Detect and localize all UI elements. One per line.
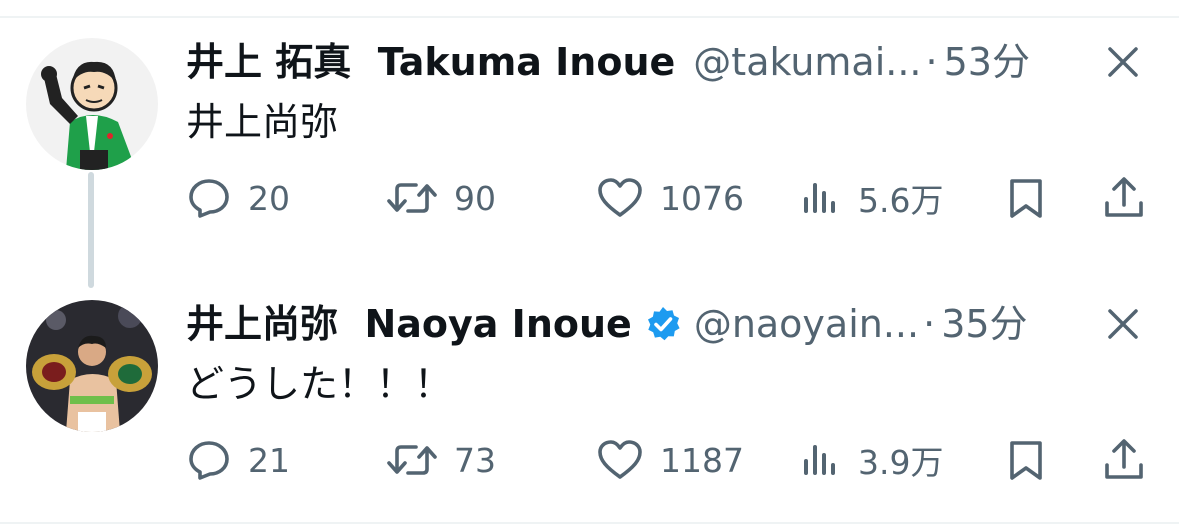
- heart-icon: [598, 440, 642, 479]
- bookmark-button[interactable]: [1006, 170, 1046, 226]
- reply-button[interactable]: 21: [186, 432, 290, 488]
- retweet-icon: [387, 183, 437, 213]
- verified-badge-icon: [644, 305, 682, 343]
- reply-button[interactable]: 20: [186, 170, 290, 226]
- timestamp[interactable]: 35分: [941, 296, 1027, 352]
- timestamp[interactable]: 53分: [944, 34, 1030, 90]
- reply-count: 21: [248, 440, 290, 480]
- tweet-text: 井上尚弥: [186, 100, 339, 144]
- views-count: 5.6万: [858, 181, 944, 220]
- tweet-takuma[interactable]: 井上 拓真 Takuma Inoue @takumai... · 53分 井上尚…: [0, 18, 1179, 268]
- reply-icon: [189, 179, 229, 218]
- views-icon: [804, 445, 835, 475]
- heart-icon: [598, 178, 642, 217]
- reply-icon: [189, 441, 229, 480]
- tweet-actions: 21 73 1187 3.9万: [186, 432, 1146, 488]
- reply-count: 20: [248, 178, 290, 218]
- views-icon: [804, 183, 835, 213]
- like-button[interactable]: 1076: [596, 170, 744, 226]
- separator-dot: ·: [925, 40, 938, 84]
- retweet-count: 90: [454, 178, 496, 218]
- retweet-button[interactable]: 73: [386, 432, 496, 488]
- bookmark-icon: [1010, 441, 1042, 480]
- share-icon: [1105, 439, 1143, 479]
- like-button[interactable]: 1187: [596, 432, 744, 488]
- retweet-icon: [387, 445, 437, 475]
- bookmark-icon: [1010, 179, 1042, 218]
- tweet-actions: 20 90 1076 5.6万: [186, 170, 1146, 226]
- close-icon: [1108, 47, 1138, 77]
- tweet-naoya[interactable]: 井上尚弥 Naoya Inoue @naoyain... · 35分 どうした！…: [0, 280, 1179, 530]
- avatar[interactable]: [26, 38, 158, 170]
- close-icon: [1108, 309, 1138, 339]
- tweet-header: 井上尚弥 Naoya Inoue @naoyain... · 35分: [186, 296, 1039, 352]
- share-button[interactable]: [1102, 170, 1146, 226]
- cartoon-avatar-image: [26, 38, 158, 170]
- close-button[interactable]: [1103, 304, 1143, 344]
- retweet-button[interactable]: 90: [386, 170, 496, 226]
- display-name[interactable]: 井上尚弥 Naoya Inoue: [186, 296, 632, 352]
- retweet-count: 73: [454, 440, 496, 480]
- like-count: 1076: [660, 178, 744, 218]
- display-name[interactable]: 井上 拓真 Takuma Inoue: [186, 34, 675, 90]
- avatar[interactable]: [26, 300, 158, 432]
- share-button[interactable]: [1102, 432, 1146, 488]
- separator-dot: ·: [923, 302, 936, 346]
- tweet-text: どうした！！！: [186, 362, 453, 406]
- tweet-header: 井上 拓真 Takuma Inoue @takumai... · 53分: [186, 34, 1039, 90]
- views-count: 3.9万: [858, 443, 944, 482]
- close-button[interactable]: [1103, 42, 1143, 82]
- share-icon: [1105, 177, 1143, 217]
- bookmark-button[interactable]: [1006, 432, 1046, 488]
- like-count: 1187: [660, 440, 744, 480]
- views-button[interactable]: 5.6万: [800, 170, 943, 226]
- user-handle[interactable]: @naoyain...: [694, 296, 919, 352]
- bottom-divider: [0, 522, 1179, 524]
- boxer-photo-avatar: [26, 300, 158, 432]
- views-button[interactable]: 3.9万: [800, 432, 943, 488]
- user-handle[interactable]: @takumai...: [693, 34, 921, 90]
